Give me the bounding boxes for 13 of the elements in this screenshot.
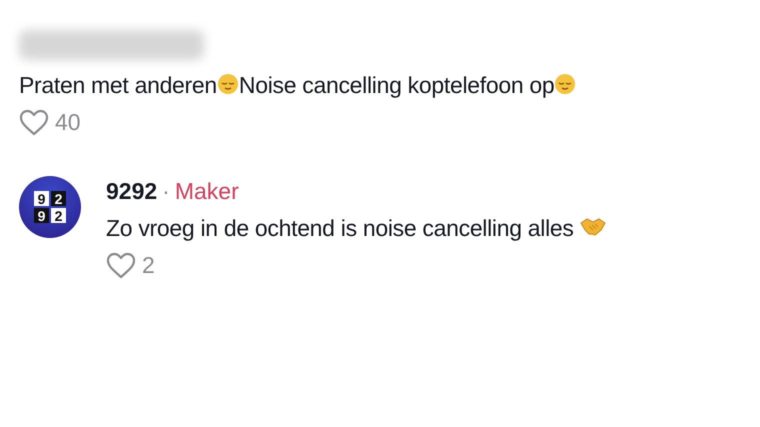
relieved-face-icon — [554, 73, 576, 95]
relieved-face-icon — [216, 73, 239, 95]
creator-label: Maker — [174, 178, 239, 205]
username[interactable]: 9292 — [106, 178, 158, 205]
comment-text: Praten met anderen Noise cancelling koptelefoon op — [19, 72, 576, 99]
avatar[interactable]: 9 2 9 2 — [19, 176, 81, 238]
comment-text: Zo vroeg in de ochtend is noise cancelling alles — [106, 215, 606, 242]
separator: · — [162, 178, 170, 205]
like-count: 40 — [55, 109, 81, 136]
heart-icon[interactable] — [19, 109, 49, 136]
heart-icon[interactable] — [106, 252, 136, 279]
like-count: 2 — [142, 252, 155, 279]
handshake-icon — [580, 217, 606, 237]
